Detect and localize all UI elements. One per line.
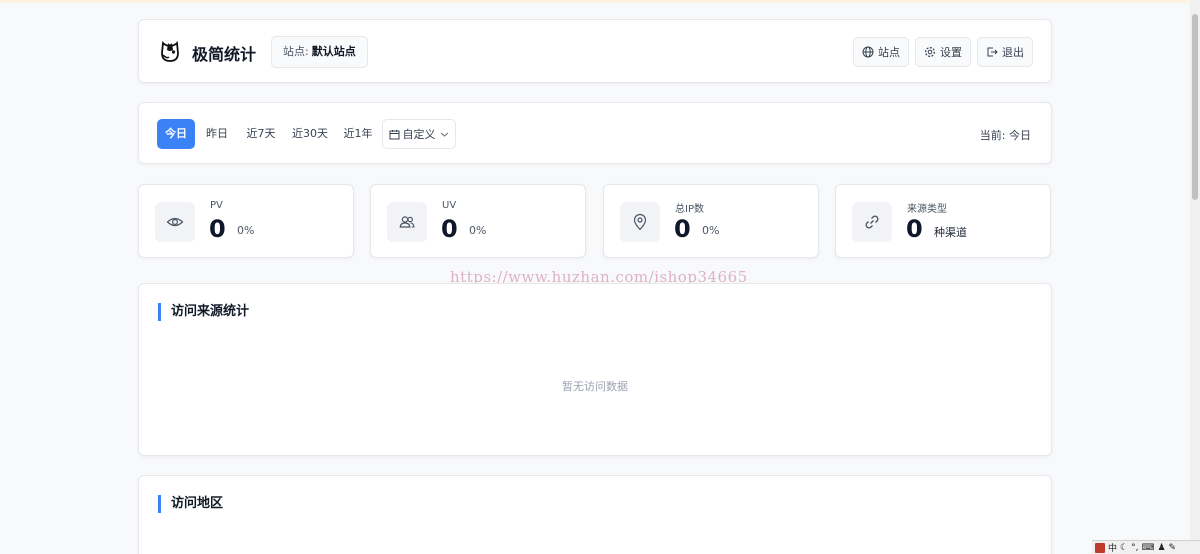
gear-icon	[924, 46, 936, 58]
stat-icon-box	[155, 202, 195, 242]
site-selector-value: 默认站点	[311, 45, 356, 58]
location-pin-icon	[633, 213, 647, 231]
stat-change: 0%	[237, 224, 255, 237]
site-selector[interactable]: 站点: 默认站点	[271, 36, 368, 68]
custom-range-dropdown[interactable]: 自定义	[382, 119, 456, 149]
sites-button-label: 站点	[878, 46, 900, 59]
ime-mode-label[interactable]: 中	[1108, 541, 1117, 554]
ime-toolbar: 中 ☾ °, ⌨ ♟ ✎	[1092, 540, 1200, 554]
stat-card-pv: PV 0 0%	[138, 184, 354, 258]
stat-unit: 种渠道	[934, 226, 967, 239]
tab-last-7-days[interactable]: 近7天	[242, 119, 280, 149]
ime-logo-icon[interactable]	[1095, 542, 1105, 553]
empty-state-text: 暂无访问数据	[562, 380, 628, 393]
logout-icon	[987, 47, 998, 57]
stat-label: 总IP数	[675, 204, 704, 215]
chevron-down-icon	[440, 132, 448, 137]
section-title: 访问来源统计	[158, 303, 249, 321]
stat-card-source-types: 来源类型 0 种渠道	[835, 184, 1051, 258]
stat-icon-box	[852, 202, 892, 242]
stat-card-total-ip: 总IP数 0 0%	[603, 184, 819, 258]
app-title: 极简统计	[192, 45, 257, 64]
tab-last-30-days[interactable]: 近30天	[288, 119, 332, 149]
logout-button[interactable]: 退出	[977, 37, 1033, 67]
stat-label: UV	[442, 200, 457, 211]
keyboard-icon[interactable]: ⌨	[1141, 543, 1154, 553]
stat-value: 0	[441, 215, 458, 243]
link-icon	[865, 215, 879, 229]
stat-icon-box	[620, 202, 660, 242]
settings-button[interactable]: 设置	[915, 37, 971, 67]
tab-today[interactable]: 今日	[157, 119, 195, 149]
eye-icon	[166, 217, 184, 227]
globe-icon	[862, 46, 874, 58]
stat-card-uv: UV 0 0%	[370, 184, 586, 258]
vertical-scrollbar[interactable]	[1190, 0, 1200, 554]
stat-label: 来源类型	[907, 204, 947, 215]
stat-value: 0	[209, 215, 226, 243]
punctuation-icon[interactable]: °,	[1131, 543, 1138, 553]
app-header: 极简统计 站点: 默认站点 站点 设置 退出	[138, 19, 1052, 83]
regions-section: 访问地区	[138, 475, 1052, 554]
date-filter-bar: 今日 昨日 近7天 近30天 近1年 自定义 当前: 今日	[138, 102, 1052, 164]
custom-range-label: 自定义	[402, 128, 436, 141]
site-selector-label: 站点:	[283, 45, 309, 58]
tab-yesterday[interactable]: 昨日	[201, 119, 233, 149]
tab-last-1-year[interactable]: 近1年	[340, 119, 376, 149]
section-title: 访问地区	[158, 495, 223, 513]
current-range-text: 当前: 今日	[979, 129, 1031, 142]
sources-section: 访问来源统计 暂无访问数据	[138, 283, 1052, 456]
users-icon	[399, 216, 415, 228]
stat-change: 0%	[702, 224, 720, 237]
app-logo-icon	[161, 41, 179, 62]
stat-value: 0	[906, 215, 923, 243]
moon-icon[interactable]: ☾	[1120, 543, 1128, 553]
top-border	[0, 0, 1200, 3]
stat-change: 0%	[469, 224, 487, 237]
logout-button-label: 退出	[1002, 46, 1024, 59]
user-icon[interactable]: ♟	[1157, 543, 1165, 553]
stat-value: 0	[674, 215, 691, 243]
settings-button-label: 设置	[940, 46, 962, 59]
scrollbar-thumb[interactable]	[1192, 14, 1198, 200]
stat-label: PV	[210, 200, 223, 211]
calendar-icon	[389, 129, 399, 139]
wrench-icon[interactable]: ✎	[1169, 543, 1177, 553]
stat-icon-box	[387, 202, 427, 242]
sites-button[interactable]: 站点	[853, 37, 909, 67]
